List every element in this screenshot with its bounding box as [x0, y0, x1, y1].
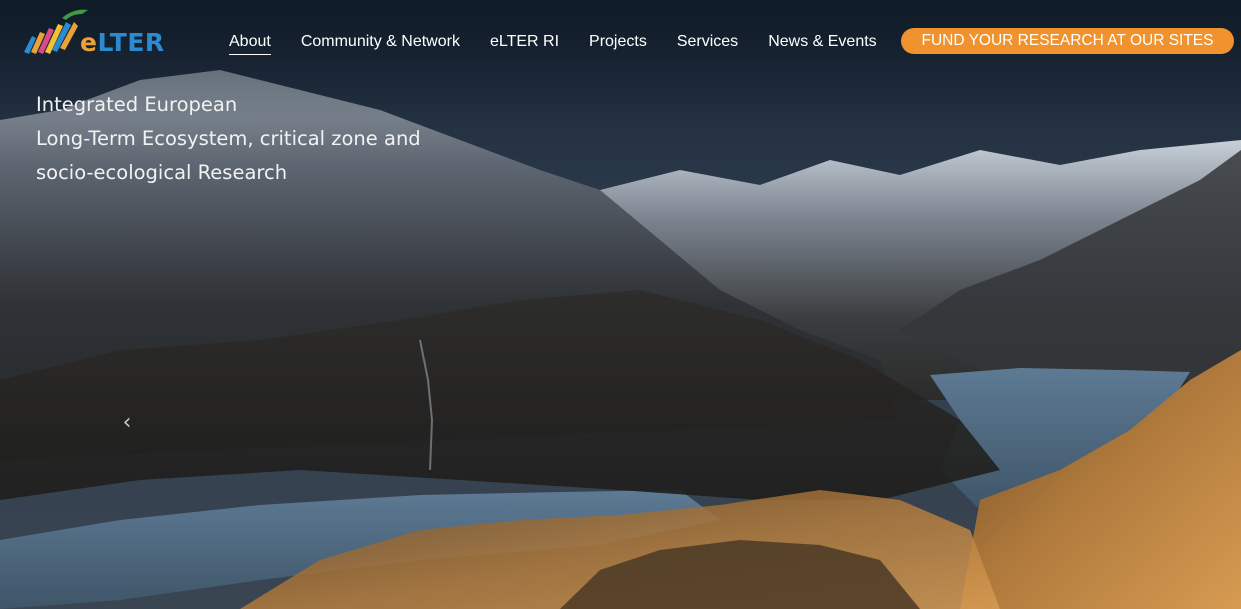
tagline-line-3: socio-ecological Research	[36, 161, 288, 184]
fund-research-button[interactable]: FUND YOUR RESEARCH AT OUR SITES	[901, 28, 1234, 54]
carousel-prev-arrow-icon[interactable]: ‹	[118, 408, 136, 438]
nav-item-news-events[interactable]: News & Events	[768, 32, 876, 52]
tagline-line-2: Long-Term Ecosystem, critical zone and	[36, 127, 421, 150]
hero-tagline: Integrated European Long-Term Ecosystem,…	[36, 88, 496, 190]
nav-item-elter-ri[interactable]: eLTER RI	[490, 32, 559, 52]
main-navigation: About Community & Network eLTER RI Proje…	[229, 31, 907, 55]
hero-section: eLTER About Community & Network eLTER RI…	[0, 0, 1241, 609]
nav-item-community-network[interactable]: Community & Network	[301, 32, 460, 52]
nav-item-about[interactable]: About	[229, 32, 271, 55]
top-navigation-bar: eLTER About Community & Network eLTER RI…	[0, 0, 1241, 82]
logo-wordmark: eLTER	[80, 28, 165, 57]
nav-item-services[interactable]: Services	[677, 32, 738, 52]
tagline-line-1: Integrated European	[36, 93, 238, 116]
elter-logo[interactable]: eLTER	[22, 6, 182, 58]
nav-item-projects[interactable]: Projects	[589, 32, 647, 52]
